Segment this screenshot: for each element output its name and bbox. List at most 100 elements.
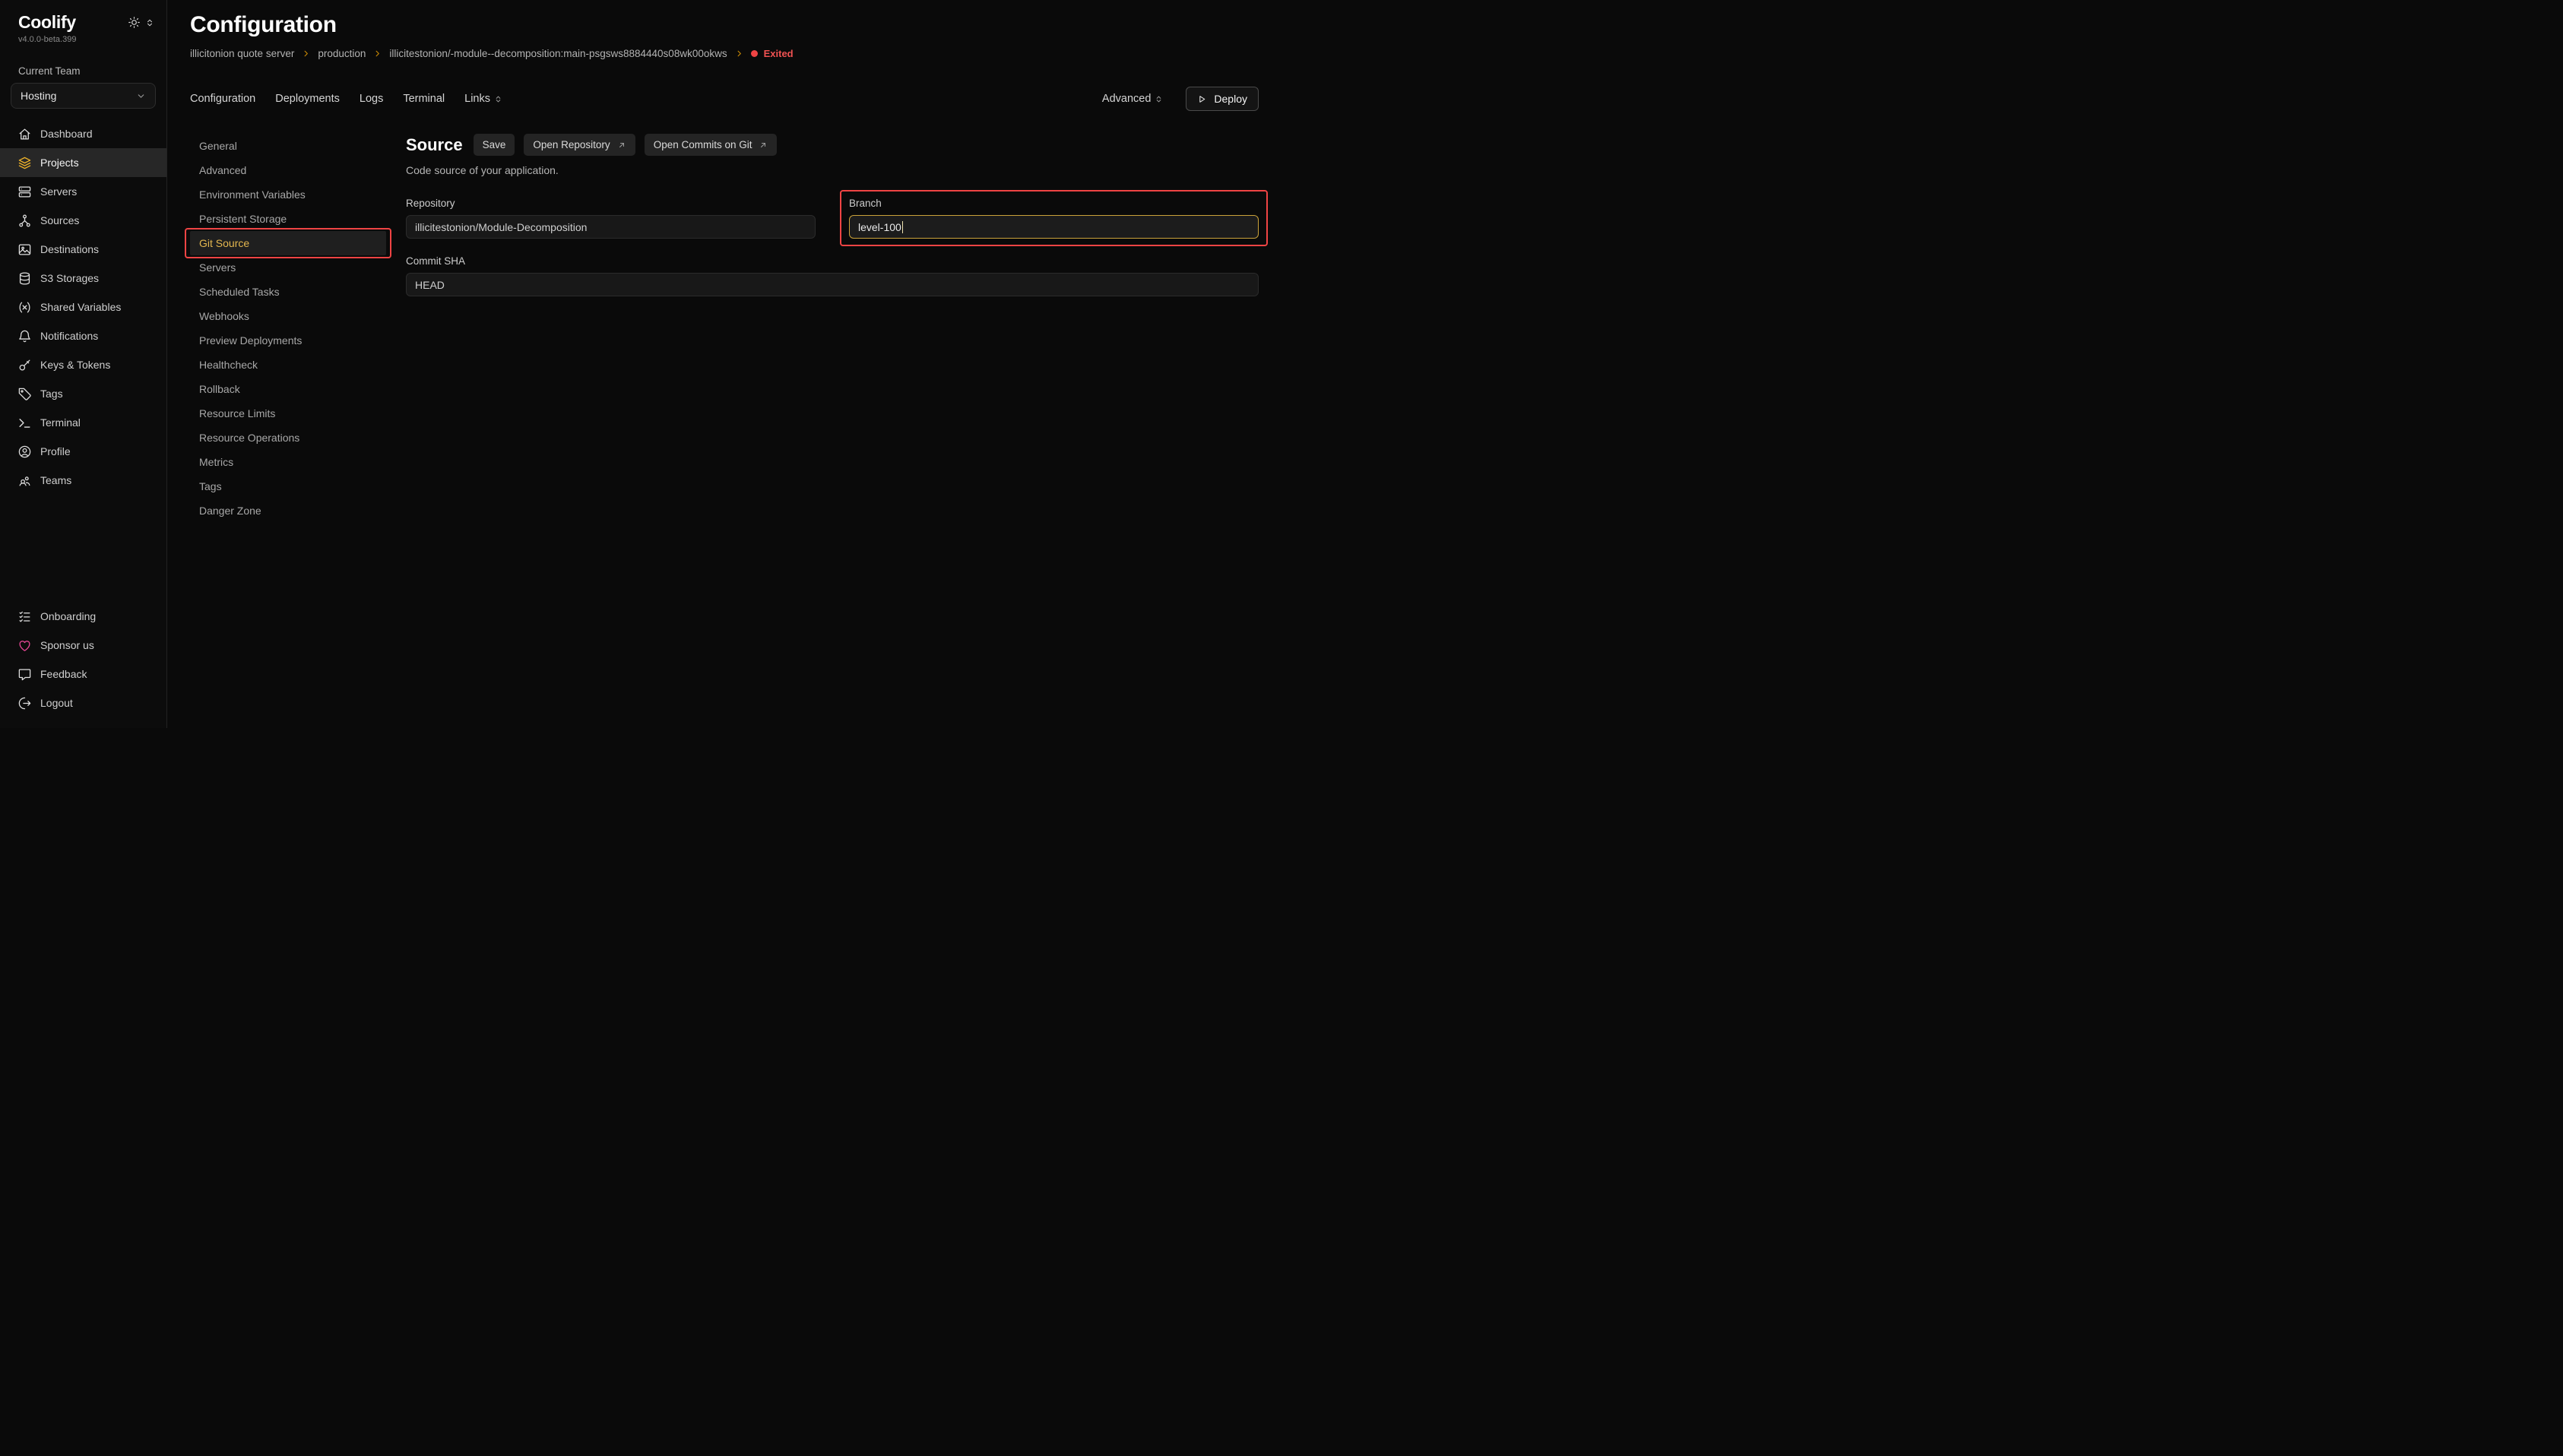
sidebar-item-projects[interactable]: Projects — [0, 148, 166, 177]
destinations-icon — [17, 242, 32, 257]
branch-input[interactable]: level-100 — [849, 215, 1259, 239]
open-repository-button[interactable]: Open Repository — [524, 134, 635, 156]
sidebar-item-terminal[interactable]: Terminal — [0, 408, 166, 437]
sources-icon — [17, 214, 32, 228]
subnav-item-webhooks[interactable]: Webhooks — [190, 304, 386, 328]
status-badge: Exited — [751, 48, 794, 59]
sidebar-item-onboarding[interactable]: Onboarding — [0, 602, 166, 631]
theme-toggle-sun-icon[interactable] — [128, 16, 141, 29]
chevron-up-down-icon — [494, 95, 502, 103]
layers-icon — [17, 156, 32, 170]
terminal-icon — [17, 416, 32, 430]
subnav-item-preview-deployments[interactable]: Preview Deployments — [190, 328, 386, 353]
sidebar-item-sources[interactable]: Sources — [0, 206, 166, 235]
sidebar-item-shared-variables[interactable]: Shared Variables — [0, 293, 166, 321]
commit-sha-field: Commit SHA — [406, 255, 1259, 296]
subnav-item-git-source[interactable]: Git Source — [190, 231, 386, 255]
sidebar-item-tags[interactable]: Tags — [0, 379, 166, 408]
sidebar-nav: Dashboard Projects Servers Sources Desti… — [0, 119, 166, 495]
config-subnav: General Advanced Environment Variables P… — [190, 134, 386, 728]
team-select-value: Hosting — [21, 90, 56, 102]
chevron-right-icon — [735, 49, 743, 58]
database-icon — [17, 271, 32, 286]
tab-logs[interactable]: Logs — [360, 93, 383, 105]
subnav-item-tags[interactable]: Tags — [190, 474, 386, 499]
tag-icon — [17, 387, 32, 401]
breadcrumb-project[interactable]: illicitonion quote server — [190, 48, 294, 59]
status-text: Exited — [764, 48, 794, 59]
variable-icon — [17, 300, 32, 315]
tab-deployments[interactable]: Deployments — [275, 93, 340, 105]
sidebar-item-logout[interactable]: Logout — [0, 688, 166, 717]
sidebar-item-profile[interactable]: Profile — [0, 437, 166, 466]
commit-sha-input[interactable] — [406, 273, 1259, 296]
section-description: Code source of your application. — [406, 164, 1259, 176]
sidebar: Coolify v4.0.0-beta.399 Current Team Hos… — [0, 0, 167, 728]
chevron-up-down-icon[interactable] — [145, 18, 154, 27]
sidebar-item-destinations[interactable]: Destinations — [0, 235, 166, 264]
tab-terminal[interactable]: Terminal — [403, 93, 445, 105]
commit-sha-label: Commit SHA — [406, 255, 1259, 267]
subnav-item-scheduled-tasks[interactable]: Scheduled Tasks — [190, 280, 386, 304]
key-icon — [17, 358, 32, 372]
arrow-up-right-icon — [617, 141, 626, 150]
branch-label: Branch — [849, 198, 1259, 209]
app-version: v4.0.0-beta.399 — [0, 33, 166, 44]
app-logo: Coolify — [18, 12, 76, 33]
subnav-item-healthcheck[interactable]: Healthcheck — [190, 353, 386, 377]
section-title: Source — [406, 135, 463, 155]
chevron-up-down-icon — [1155, 95, 1163, 103]
sidebar-item-s3-storages[interactable]: S3 Storages — [0, 264, 166, 293]
sidebar-item-teams[interactable]: Teams — [0, 466, 166, 495]
users-icon — [17, 473, 32, 488]
main-area: Configuration illicitonion quote server … — [167, 0, 1282, 728]
breadcrumb-environment[interactable]: production — [318, 48, 366, 59]
save-button[interactable]: Save — [474, 134, 515, 156]
subnav-item-servers[interactable]: Servers — [190, 255, 386, 280]
logout-icon — [17, 696, 32, 711]
subnav-item-advanced[interactable]: Advanced — [190, 158, 386, 182]
breadcrumb: illicitonion quote server production ill… — [190, 48, 1259, 59]
team-select[interactable]: Hosting — [11, 83, 156, 109]
server-icon — [17, 185, 32, 199]
chevron-down-icon — [136, 91, 146, 101]
subnav-item-resource-limits[interactable]: Resource Limits — [190, 401, 386, 426]
bell-icon — [17, 329, 32, 343]
subnav-item-persistent-storage[interactable]: Persistent Storage — [190, 207, 386, 231]
deploy-button[interactable]: Deploy — [1186, 87, 1259, 111]
checklist-icon — [17, 609, 32, 624]
open-commits-button[interactable]: Open Commits on Git — [645, 134, 778, 156]
repository-input[interactable] — [406, 215, 816, 239]
arrow-up-right-icon — [759, 141, 768, 150]
repository-field: Repository — [406, 198, 816, 239]
breadcrumb-application[interactable]: illicitestonion/-module--decomposition:m… — [389, 48, 727, 59]
sidebar-item-keys-tokens[interactable]: Keys & Tokens — [0, 350, 166, 379]
text-cursor — [902, 221, 904, 233]
subnav-item-general[interactable]: General — [190, 134, 386, 158]
subnav-item-environment-variables[interactable]: Environment Variables — [190, 182, 386, 207]
user-circle-icon — [17, 445, 32, 459]
subnav-item-danger-zone[interactable]: Danger Zone — [190, 499, 386, 523]
tab-bar: Configuration Deployments Logs Terminal … — [190, 87, 1259, 111]
repository-label: Repository — [406, 198, 816, 209]
chat-icon — [17, 667, 32, 682]
sidebar-item-servers[interactable]: Servers — [0, 177, 166, 206]
sidebar-item-dashboard[interactable]: Dashboard — [0, 119, 166, 148]
sidebar-item-sponsor-us[interactable]: Sponsor us — [0, 631, 166, 660]
chevron-right-icon — [373, 49, 382, 58]
subnav-item-resource-operations[interactable]: Resource Operations — [190, 426, 386, 450]
subnav-item-metrics[interactable]: Metrics — [190, 450, 386, 474]
status-dot-icon — [751, 50, 758, 57]
tab-configuration[interactable]: Configuration — [190, 93, 255, 105]
branch-field: Branch level-100 — [849, 198, 1259, 239]
sidebar-footer-nav: Onboarding Sponsor us Feedback Logout — [0, 602, 166, 717]
subnav-item-rollback[interactable]: Rollback — [190, 377, 386, 401]
advanced-toggle[interactable]: Advanced — [1102, 93, 1164, 105]
chevron-right-icon — [302, 49, 310, 58]
git-source-panel: Source Save Open Repository Open Commits… — [406, 134, 1259, 728]
page-title: Configuration — [190, 12, 1259, 38]
tab-links[interactable]: Links — [464, 93, 502, 105]
heart-icon — [17, 638, 32, 653]
sidebar-item-feedback[interactable]: Feedback — [0, 660, 166, 688]
sidebar-item-notifications[interactable]: Notifications — [0, 321, 166, 350]
